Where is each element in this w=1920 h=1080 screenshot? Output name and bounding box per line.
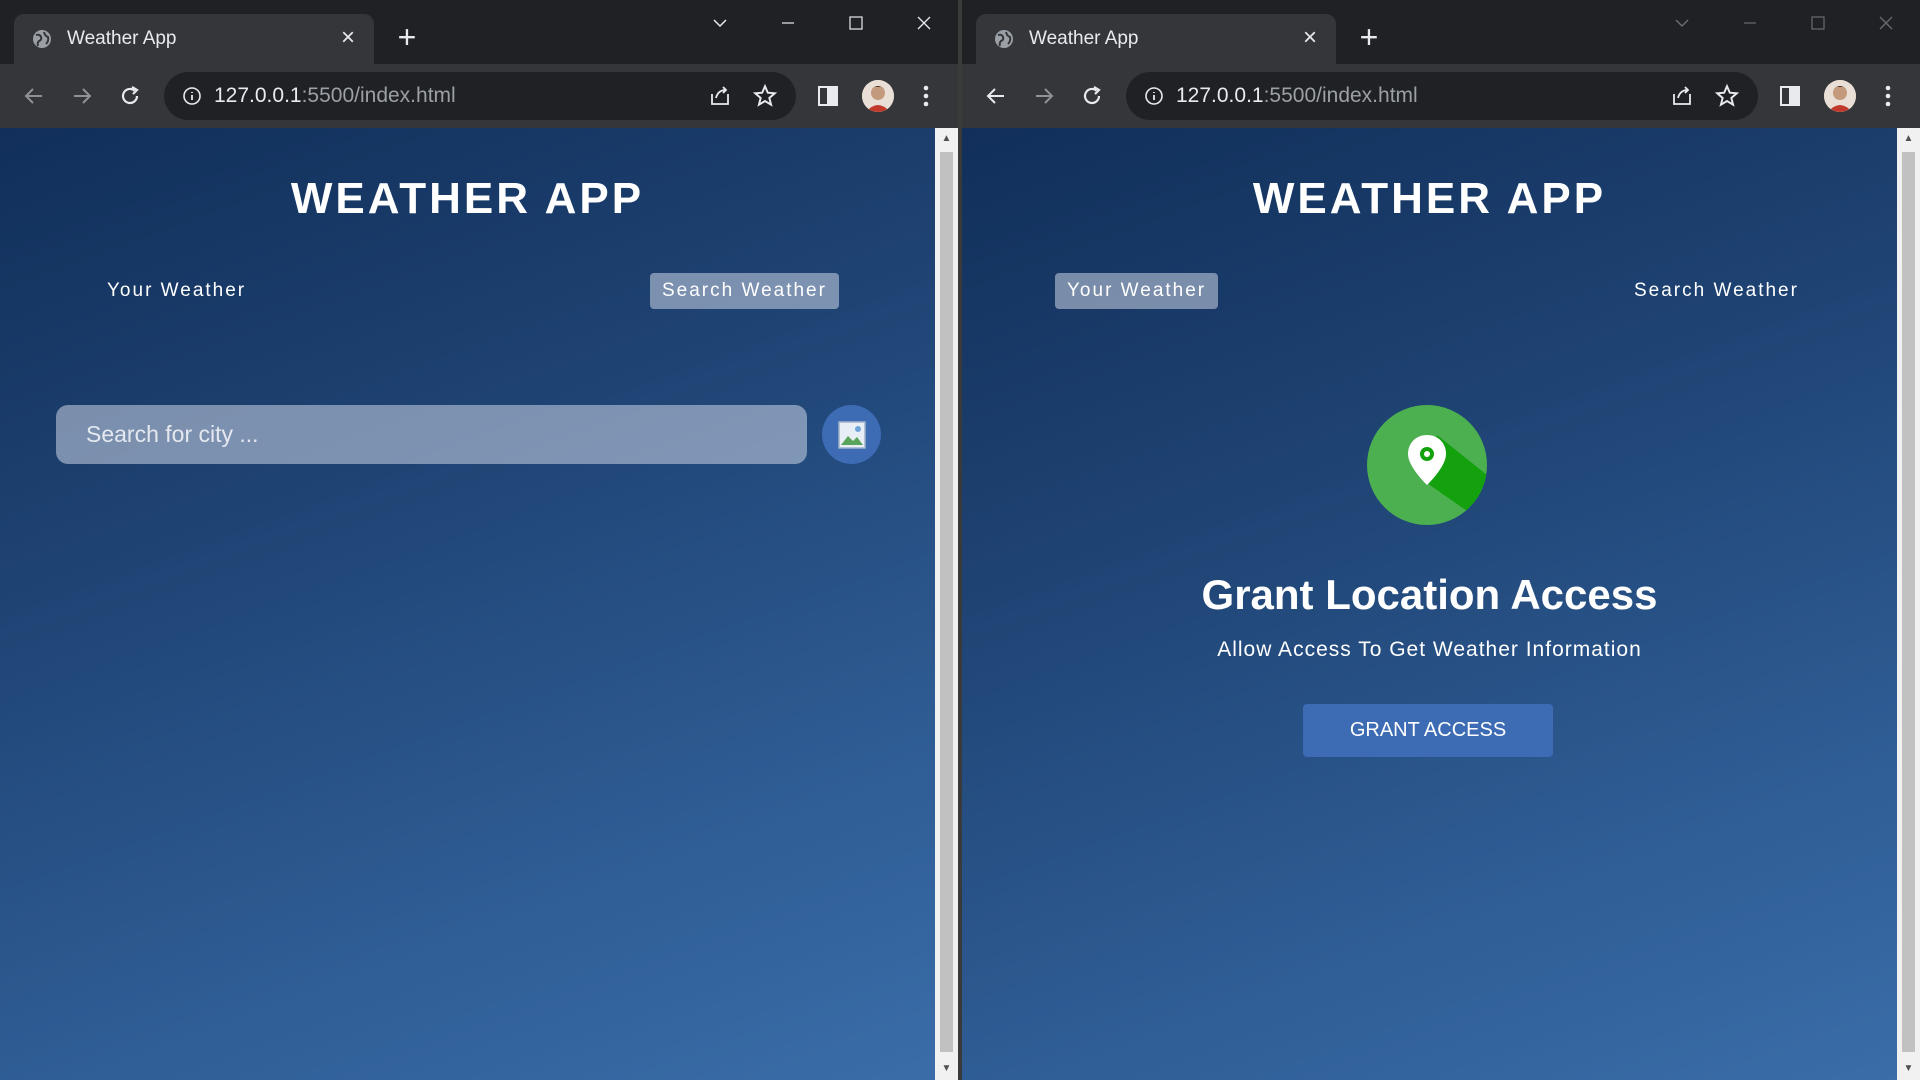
side-panel-icon[interactable] xyxy=(816,84,840,108)
browser-toolbar: 127.0.0.1:5500/index.html xyxy=(962,64,1920,128)
back-button[interactable] xyxy=(16,78,52,114)
scroll-thumb[interactable] xyxy=(940,152,953,1052)
scroll-down-arrow[interactable]: ▼ xyxy=(940,1062,953,1076)
share-icon[interactable] xyxy=(708,84,732,108)
tab-your-weather[interactable]: Your Weather xyxy=(1055,273,1219,309)
forward-button[interactable] xyxy=(1026,78,1062,114)
maximize-button[interactable] xyxy=(822,0,890,46)
globe-icon xyxy=(995,30,1013,48)
url-text: 127.0.0.1:5500/index.html xyxy=(1176,84,1418,108)
web-page: WEATHER APP Your Weather Search Weather … xyxy=(962,128,1897,1080)
scroll-up-arrow[interactable]: ▲ xyxy=(1902,132,1915,146)
globe-icon xyxy=(33,30,51,48)
close-window-button[interactable] xyxy=(890,0,958,46)
minimize-icon xyxy=(1744,22,1756,24)
close-icon xyxy=(1879,16,1893,30)
location-pin-icon xyxy=(1367,405,1487,525)
tab-close-button[interactable]: × xyxy=(1296,24,1324,52)
info-icon xyxy=(183,87,201,105)
scroll-thumb[interactable] xyxy=(1902,152,1915,1052)
tab-search-button[interactable] xyxy=(1648,0,1716,46)
minimize-button[interactable] xyxy=(754,0,822,46)
reload-button[interactable] xyxy=(1074,78,1110,114)
forward-button[interactable] xyxy=(64,78,100,114)
arrow-left-icon xyxy=(986,88,1004,104)
tab-title: Weather App xyxy=(67,28,177,49)
url-host: 127.0.0.1 xyxy=(1176,84,1264,107)
scrollbar[interactable]: ▲ ▼ xyxy=(1897,128,1920,1080)
search-button[interactable] xyxy=(822,405,881,464)
arrow-right-icon xyxy=(74,88,92,104)
browser-tab[interactable]: Weather App × xyxy=(976,14,1336,64)
maximize-icon xyxy=(849,16,863,30)
star-icon[interactable] xyxy=(1714,83,1740,109)
url-path: :5500/index.html xyxy=(301,84,456,107)
browser-toolbar: 127.0.0.1:5500/index.html xyxy=(0,64,958,128)
maximize-icon xyxy=(1811,16,1825,30)
browser-window-left: Weather App × + 127.0.0.1:5500/index.htm… xyxy=(0,0,958,1080)
tab-strip: Weather App × + xyxy=(962,0,1920,64)
url-path: :5500/index.html xyxy=(1263,84,1418,107)
url-host: 127.0.0.1 xyxy=(214,84,302,107)
chevron-down-icon xyxy=(713,19,727,28)
info-icon xyxy=(1145,87,1163,105)
scroll-up-arrow[interactable]: ▲ xyxy=(940,132,953,146)
grant-title: Grant Location Access xyxy=(1201,571,1658,618)
tab-close-button[interactable]: × xyxy=(334,24,362,52)
window-controls xyxy=(686,0,958,46)
address-bar[interactable]: 127.0.0.1:5500/index.html xyxy=(164,72,796,120)
reload-icon xyxy=(121,86,139,105)
scroll-down-arrow[interactable]: ▼ xyxy=(1902,1062,1915,1076)
minimize-button[interactable] xyxy=(1716,0,1784,46)
back-button[interactable] xyxy=(978,78,1014,114)
url-text: 127.0.0.1:5500/index.html xyxy=(214,84,456,108)
page-title: WEATHER APP xyxy=(1252,174,1607,223)
new-tab-button[interactable]: + xyxy=(1354,21,1384,53)
broken-image-icon xyxy=(837,420,866,449)
search-input[interactable] xyxy=(56,405,807,464)
tab-search-button[interactable] xyxy=(686,0,754,46)
grant-subtitle: Allow Access To Get Weather Information xyxy=(1217,638,1642,661)
reload-icon xyxy=(1083,86,1101,105)
arrow-left-icon xyxy=(24,88,42,104)
tab-search-weather[interactable]: Search Weather xyxy=(1622,273,1811,309)
address-bar[interactable]: 127.0.0.1:5500/index.html xyxy=(1126,72,1758,120)
browser-tab[interactable]: Weather App × xyxy=(14,14,374,64)
tab-search-weather[interactable]: Search Weather xyxy=(650,273,839,309)
close-window-button[interactable] xyxy=(1852,0,1920,46)
reload-button[interactable] xyxy=(112,78,148,114)
scrollbar[interactable]: ▲ ▼ xyxy=(935,128,958,1080)
maximize-button[interactable] xyxy=(1784,0,1852,46)
search-form xyxy=(56,405,807,464)
page-title: WEATHER APP xyxy=(290,174,645,223)
web-page: WEATHER APP Your Weather Search Weather xyxy=(0,128,935,1080)
share-icon[interactable] xyxy=(1670,84,1694,108)
new-tab-button[interactable]: + xyxy=(392,21,422,53)
side-panel-icon[interactable] xyxy=(1778,84,1802,108)
star-icon[interactable] xyxy=(752,83,778,109)
chevron-down-icon xyxy=(1675,19,1689,28)
minimize-icon xyxy=(782,22,794,24)
profile-photo-icon xyxy=(1824,80,1856,112)
window-controls xyxy=(1648,0,1920,46)
arrow-right-icon xyxy=(1036,88,1054,104)
avatar[interactable] xyxy=(862,80,894,112)
browser-window-right: Weather App × + 127.0.0.1:5500/index.htm… xyxy=(962,0,1920,1080)
close-icon xyxy=(917,16,931,30)
grant-access-button[interactable]: GRANT ACCESS xyxy=(1303,704,1553,757)
avatar[interactable] xyxy=(1824,80,1856,112)
profile-photo-icon xyxy=(862,80,894,112)
tab-strip: Weather App × + xyxy=(0,0,958,64)
tab-title: Weather App xyxy=(1029,28,1139,49)
tab-your-weather[interactable]: Your Weather xyxy=(95,273,258,309)
kebab-menu-icon[interactable] xyxy=(912,82,940,110)
kebab-menu-icon[interactable] xyxy=(1874,82,1902,110)
